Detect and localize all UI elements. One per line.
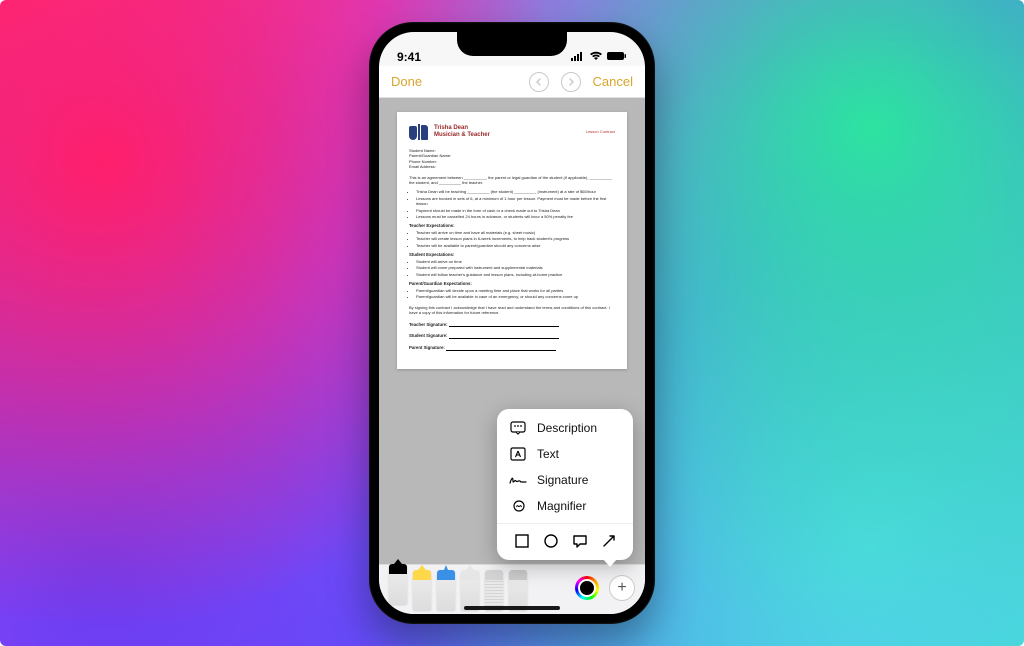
menu-magnifier[interactable]: Magnifier — [497, 493, 633, 519]
term: Lessons are booked in sets of 6, at a mi… — [416, 196, 615, 207]
menu-description[interactable]: Description — [497, 415, 633, 441]
menu-signature[interactable]: Signature — [497, 467, 633, 493]
term: Payment should be made in the form of ca… — [416, 208, 615, 213]
student-exp: Student will arrive on time — [416, 259, 615, 264]
menu-text[interactable]: Text — [497, 441, 633, 467]
redo-button[interactable] — [561, 72, 581, 92]
signature-icon — [509, 473, 527, 487]
shape-speech-bubble[interactable] — [571, 532, 589, 550]
eraser-tool[interactable] — [461, 570, 479, 610]
shape-square[interactable] — [513, 532, 531, 550]
battery-icon — [607, 50, 627, 64]
iphone-frame: 9:41 Done Cancel — [369, 22, 655, 624]
pencil-tool[interactable] — [437, 570, 455, 610]
pen-tool[interactable] — [389, 564, 407, 604]
ruler-tool[interactable] — [509, 570, 527, 610]
parent-exp: Parent/guardian will be available in cas… — [416, 294, 615, 299]
status-time: 9:41 — [397, 50, 421, 64]
cellular-icon — [571, 50, 585, 64]
screen: 9:41 Done Cancel — [379, 32, 645, 614]
document-logo — [409, 124, 428, 140]
lasso-tool[interactable] — [485, 570, 503, 610]
menu-label: Signature — [537, 473, 588, 487]
magnifier-icon — [509, 499, 527, 513]
field-email: Email Address: — [409, 164, 615, 169]
markup-navbar: Done Cancel — [379, 66, 645, 98]
notch — [457, 32, 567, 56]
document-page[interactable]: Trisha Dean Musician & Teacher Lesson Co… — [397, 112, 627, 369]
menu-label: Description — [537, 421, 597, 435]
term: Trisha Dean will be teaching __________ … — [416, 189, 615, 194]
shape-circle[interactable] — [542, 532, 560, 550]
menu-label: Text — [537, 447, 559, 461]
teacher-exp: Teacher will be available to parent/guar… — [416, 243, 615, 248]
color-picker-button[interactable] — [575, 576, 599, 600]
teacher-exp: Teacher will arrive on time and have all… — [416, 230, 615, 235]
text-icon — [509, 447, 527, 461]
done-button[interactable]: Done — [391, 74, 422, 89]
sig-student: Student Signature: — [409, 333, 615, 339]
undo-button[interactable] — [529, 72, 549, 92]
description-icon — [509, 421, 527, 435]
wifi-icon — [589, 50, 603, 64]
doc-title-2: Musician & Teacher — [434, 132, 490, 139]
sig-parent: Parent Signature: — [409, 345, 615, 351]
shape-arrow[interactable] — [600, 532, 618, 550]
student-exp: Student will come prepared with instrume… — [416, 265, 615, 270]
doc-badge: Lesson Contract — [586, 129, 615, 134]
doc-title-1: Trisha Dean — [434, 125, 490, 132]
sig-teacher: Teacher Signature: — [409, 322, 615, 328]
student-exp: Student will follow teacher's guidance a… — [416, 272, 615, 277]
cancel-button[interactable]: Cancel — [593, 74, 633, 89]
sign-ack: By signing this contract I acknowledge t… — [409, 305, 615, 316]
agreement-text: This is an agreement between __________,… — [409, 175, 615, 186]
add-button[interactable]: + — [609, 575, 635, 601]
highlighter-tool[interactable] — [413, 570, 431, 610]
add-menu-popover: Description Text Signature Magnifier — [497, 409, 633, 560]
parent-exp: Parent/guardian will decide upon a meeti… — [416, 288, 615, 293]
menu-label: Magnifier — [537, 499, 586, 513]
teacher-exp-heading: Teacher Expectations: — [409, 223, 615, 229]
wallpaper: 9:41 Done Cancel — [0, 0, 1024, 646]
home-indicator[interactable] — [464, 606, 560, 610]
parent-exp-heading: Parent/Guardian Expectations: — [409, 281, 615, 287]
term: Lessons must be cancelled 24 hours in ad… — [416, 214, 615, 219]
teacher-exp: Teacher will create lesson plans in 6-we… — [416, 236, 615, 241]
status-indicators — [571, 50, 627, 64]
student-exp-heading: Student Expectations: — [409, 252, 615, 258]
